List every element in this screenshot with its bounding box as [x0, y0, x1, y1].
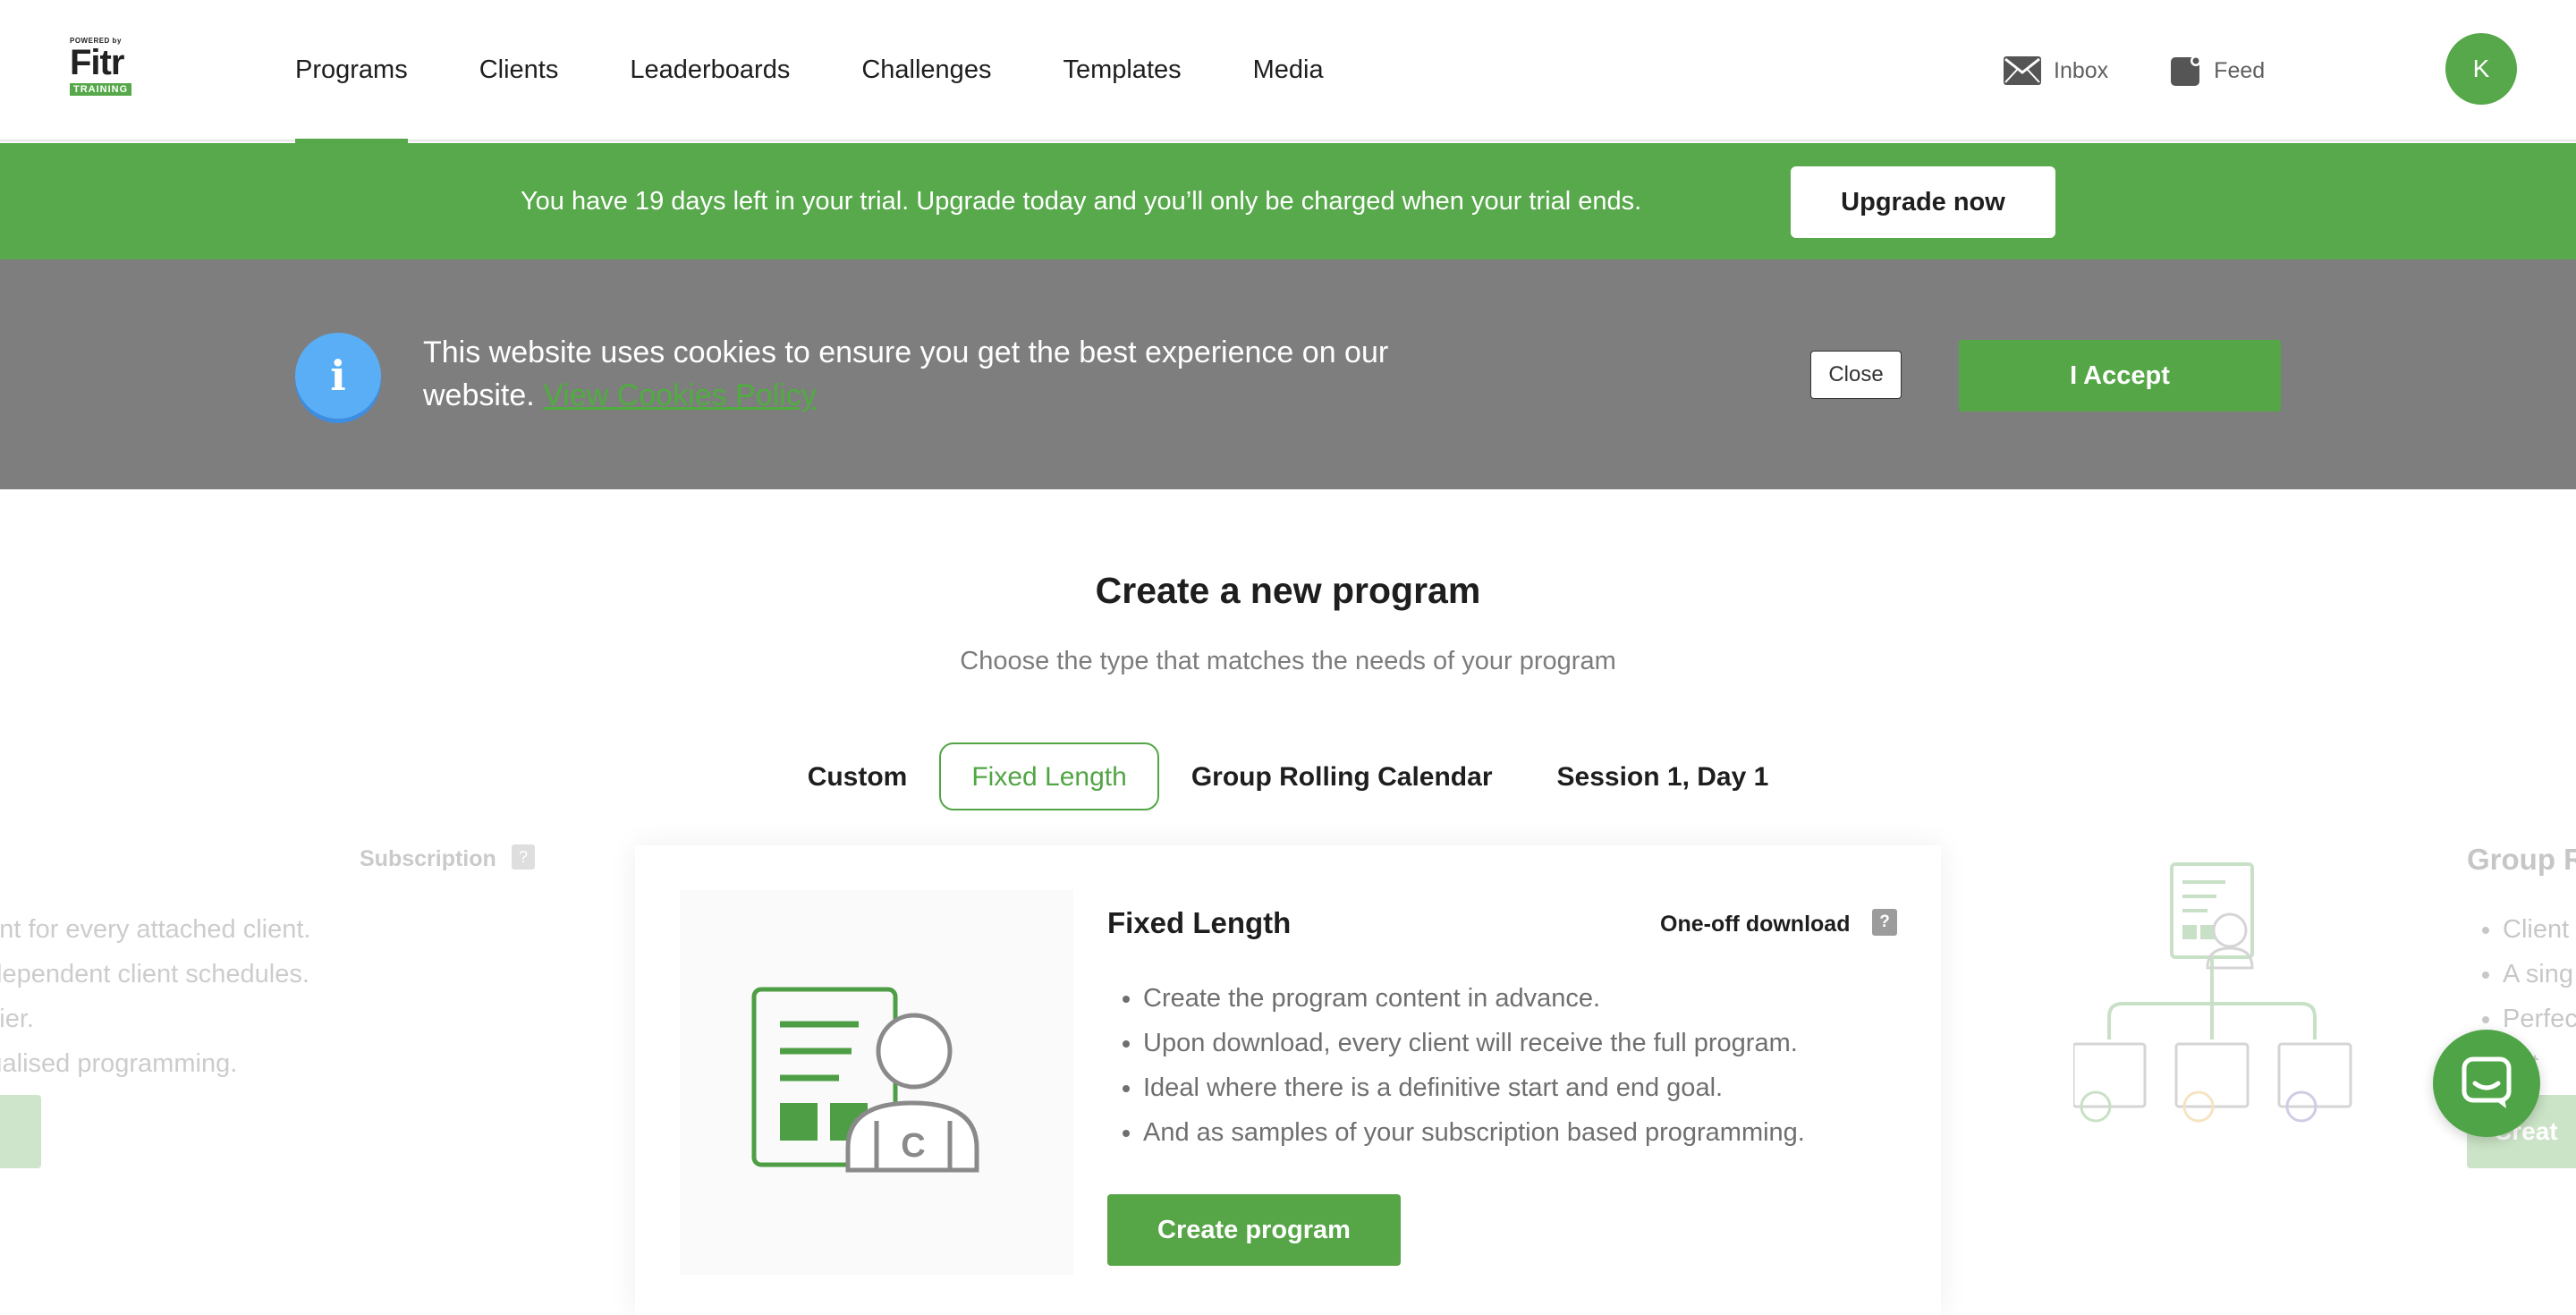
- header-tools: Inbox Feed: [2004, 0, 2327, 141]
- previous-card-features: am content for every attached client. ul…: [0, 907, 310, 1086]
- group-calendar-illustration: [2073, 862, 2352, 1123]
- feature-item: Create the program content in advance.: [1143, 976, 1805, 1021]
- info-icon-glyph: i: [330, 352, 346, 400]
- feature-item: Upon download, every client will receive…: [1143, 1021, 1805, 1065]
- help-icon: ?: [512, 844, 535, 870]
- subscription-badge: Subscription: [360, 846, 496, 871]
- nav-leaderboards[interactable]: Leaderboards: [630, 0, 790, 141]
- feature-line: Perfec: [2503, 997, 2576, 1041]
- program-type-tabs: Custom Fixed Length Group Rolling Calend…: [0, 742, 2576, 810]
- trial-banner: You have 19 days left in your trial. Upg…: [0, 143, 2576, 259]
- tab-fixed-length[interactable]: Fixed Length: [939, 742, 1159, 810]
- fixed-length-card: C Fixed Length One-off download ? Create…: [635, 845, 1941, 1315]
- nav-media[interactable]: Media: [1253, 0, 1324, 141]
- nav-templates[interactable]: Templates: [1063, 0, 1181, 141]
- next-card-title: Group R: [2467, 843, 2576, 876]
- feed-link[interactable]: Feed: [2171, 55, 2265, 86]
- feature-line: A sing: [2503, 952, 2576, 997]
- logo-brand-text: Fitr: [70, 43, 124, 82]
- chat-launcher-button[interactable]: [2433, 1030, 2540, 1137]
- user-avatar[interactable]: K: [2445, 33, 2517, 105]
- top-navigation-bar: POWERED by Fitr TRAINING Programs Client…: [0, 0, 2576, 143]
- feature-line: e/individualised programming.: [0, 1049, 238, 1078]
- trial-message: You have 19 days left in your trial. Upg…: [521, 187, 1642, 216]
- tab-group-rolling-calendar[interactable]: Group Rolling Calendar: [1159, 742, 1525, 810]
- inbox-label: Inbox: [2054, 57, 2109, 83]
- fitr-logo[interactable]: POWERED by Fitr TRAINING: [70, 38, 145, 97]
- nav-clients[interactable]: Clients: [479, 0, 559, 141]
- nav-challenges[interactable]: Challenges: [861, 0, 991, 141]
- envelope-icon: [2004, 56, 2041, 85]
- create-program-button[interactable]: Create program: [1107, 1194, 1401, 1266]
- help-icon[interactable]: ?: [1872, 909, 1897, 936]
- cookie-message: This website uses cookies to ensure you …: [423, 331, 1443, 417]
- feed-icon: [2171, 55, 2202, 86]
- feature-line: ultiple independent client schedules.: [0, 960, 309, 988]
- inbox-link[interactable]: Inbox: [2004, 56, 2108, 85]
- cookie-banner: i This website uses cookies to ensure yo…: [0, 259, 2576, 489]
- feature-item: Ideal where there is a definitive start …: [1143, 1065, 1805, 1110]
- feed-label: Feed: [2214, 57, 2266, 83]
- upgrade-now-button[interactable]: Upgrade now: [1791, 166, 2055, 238]
- feature-item: And as samples of your subscription base…: [1143, 1110, 1805, 1155]
- feature-line: r pricing tier.: [0, 1005, 34, 1033]
- cookies-policy-link[interactable]: View Cookies Policy: [543, 378, 817, 412]
- cookie-accept-button[interactable]: I Accept: [1959, 340, 2281, 411]
- info-icon: i: [295, 333, 381, 419]
- chat-icon: [2462, 1056, 2512, 1108]
- nav-programs[interactable]: Programs: [295, 0, 408, 143]
- page-title: Create a new program: [1095, 570, 1481, 611]
- logo-tagline: TRAINING: [70, 83, 132, 96]
- previous-program-card[interactable]: Subscription ? am content for every atta…: [0, 825, 564, 1315]
- program-document-client-icon: C: [751, 987, 979, 1173]
- tab-session-1-day-1[interactable]: Session 1, Day 1: [1525, 742, 1801, 810]
- tab-custom[interactable]: Custom: [775, 742, 940, 810]
- previous-card-button[interactable]: [0, 1095, 41, 1168]
- feature-line: am content for every attached client.: [0, 915, 311, 944]
- page-subtitle: Choose the type that matches the needs o…: [960, 647, 1616, 675]
- one-off-download-badge: One-off download: [1660, 912, 1851, 937]
- main-nav: Programs Clients Leaderboards Challenges…: [295, 0, 1395, 143]
- feature-line: Client: [2503, 907, 2576, 952]
- cookie-close-button[interactable]: Close: [1810, 351, 1902, 399]
- svg-text:C: C: [901, 1127, 925, 1165]
- card-features: Create the program content in advance. U…: [1143, 976, 1805, 1155]
- create-program-section: Create a new program Choose the type tha…: [0, 489, 2576, 1315]
- fixed-length-illustration: C: [680, 890, 1073, 1275]
- card-title: Fixed Length: [1107, 906, 1292, 939]
